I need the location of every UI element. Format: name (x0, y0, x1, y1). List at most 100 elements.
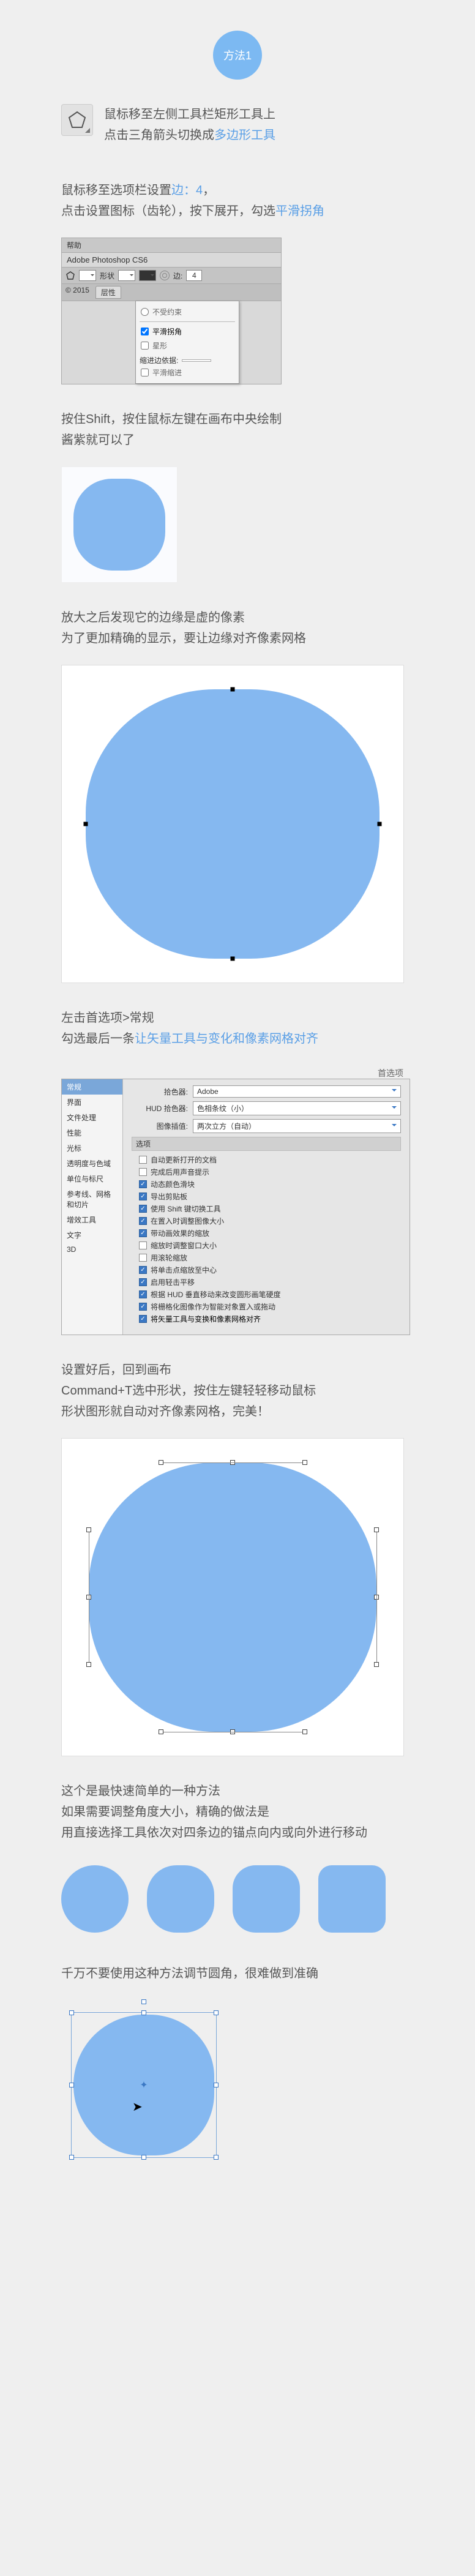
anchor-left (84, 822, 88, 826)
checkbox-icon (139, 1229, 147, 1237)
ps-toolbar: 形状 边: 4 (62, 268, 281, 284)
prefs-side-item[interactable]: 文字 (62, 1227, 122, 1243)
prefs-side-item[interactable]: 界面 (62, 1095, 122, 1110)
prefs-side-item[interactable]: 单位与标尺 (62, 1171, 122, 1186)
bbox-ml[interactable] (69, 2083, 74, 2087)
tangent-top (161, 1462, 305, 1463)
bbox-tc[interactable] (141, 2010, 146, 2015)
prefs-side-item[interactable]: 性能 (62, 1125, 122, 1140)
prefs-checkbox-row[interactable]: 将矢量工具与变换和像素网格对齐 (139, 1314, 401, 1324)
step5-line1: 左击首选项>常规 (61, 1008, 426, 1028)
ps-menu-label: 帮助 (62, 238, 281, 253)
cursor-icon: ➤ (132, 2099, 143, 2114)
prefs-side-item[interactable]: 透明度与色域 (62, 1156, 122, 1171)
mode-dropdown[interactable] (79, 270, 96, 281)
checkbox-icon (139, 1193, 147, 1200)
gear-icon[interactable] (160, 271, 170, 280)
bbox-tr[interactable] (214, 2010, 219, 2015)
picker-select[interactable]: Adobe (193, 1085, 401, 1098)
opt-smooth-indent-label: 平滑缩进 (152, 367, 182, 378)
checkbox-label: 缩放时调整窗口大小 (151, 1240, 217, 1251)
figure-options-bar: 帮助 Adobe Photoshop CS6 形状 边: 4 © 2015 层性 (61, 238, 426, 384)
step4-line1: 放大之后发现它的边缘是虚的像素 (61, 607, 426, 628)
hlt (86, 1527, 91, 1532)
hrb (374, 1662, 379, 1667)
sides-field[interactable]: 4 (186, 270, 202, 281)
indent-field[interactable] (182, 359, 211, 362)
step7-line3: 用直接选择工具依次对四条边的锚点向内或向外进行移动 (61, 1822, 426, 1843)
opt-smooth-indent[interactable] (141, 369, 149, 376)
prefs-side-item[interactable]: 3D (62, 1243, 122, 1256)
tab-file[interactable]: 层性 (95, 286, 121, 299)
figure-distorted-transform: ✦ ➤ (61, 2000, 426, 2171)
prefs-checkbox-row[interactable]: 动态颜色滑块 (139, 1179, 401, 1189)
figure-corner-variations (61, 1859, 426, 1939)
hbr (302, 1729, 307, 1734)
figure-big-squircle-zoom (61, 665, 426, 983)
interp-label: 图像插值: (132, 1121, 188, 1131)
htl (159, 1460, 163, 1465)
checkbox-icon (139, 1254, 147, 1262)
checkbox-label: 根据 HUD 垂直移动来改变圆形画笔硬度 (151, 1289, 281, 1300)
checkbox-icon (139, 1278, 147, 1286)
fill-swatch[interactable] (118, 270, 135, 281)
prefs-side-item[interactable]: 文件处理 (62, 1110, 122, 1125)
method-badge: 方法1 (213, 31, 262, 80)
hud-label: HUD 拾色器: (132, 1103, 188, 1114)
prefs-checkbox-row[interactable]: 缩放时调整窗口大小 (139, 1240, 401, 1251)
interp-select[interactable]: 两次立方（自动） (193, 1119, 401, 1133)
prefs-checkbox-row[interactable]: 带动画效果的缩放 (139, 1228, 401, 1238)
prefs-checkbox-row[interactable]: 导出剪贴板 (139, 1191, 401, 1202)
prefs-title: 首选项 (378, 1067, 403, 1079)
step-2: 鼠标移至选项栏设置边：4， 点击设置图标（齿轮），按下展开，勾选平滑拐角 (61, 180, 426, 222)
step1-line2b: 多边形工具 (214, 129, 275, 142)
prefs-checkbox-row[interactable]: 用滚轮缩放 (139, 1252, 401, 1263)
checkbox-icon (139, 1290, 147, 1298)
checkbox-label: 动态颜色滑块 (151, 1179, 195, 1189)
step-6: 设置好后，回到画布 Command+T选中形状，按住左键轻轻移动鼠标 形状图形就… (61, 1360, 426, 1422)
transform-center-icon: ✦ (140, 2079, 148, 2091)
step-1: 鼠标移至左侧工具栏矩形工具上 点击三角箭头切换成多边形工具 (61, 104, 426, 162)
hud-select[interactable]: 色相条纹（小） (193, 1101, 401, 1115)
bbox-br[interactable] (214, 2155, 219, 2160)
transform-bbox: ✦ (71, 2012, 217, 2158)
prefs-side-item[interactable]: 参考线、网格和切片 (62, 1186, 122, 1212)
prefs-checkbox-row[interactable]: 启用轻击平移 (139, 1277, 401, 1287)
polygon-options-dropdown: 不受约束 平滑拐角 星形 缩进边依据: 平滑缩进 (135, 301, 239, 384)
prefs-side-item[interactable]: 光标 (62, 1140, 122, 1156)
prefs-checkbox-row[interactable]: 自动更新打开的文档 (139, 1155, 401, 1165)
prefs-side-item[interactable]: 增效工具 (62, 1212, 122, 1227)
anchor-top (231, 687, 235, 692)
step1-line1: 鼠标移至左侧工具栏矩形工具上 (104, 104, 275, 125)
shape-label: 形状 (100, 271, 114, 281)
prefs-checkbox-row[interactable]: 使用 Shift 键切换工具 (139, 1204, 401, 1214)
prefs-checkbox-row[interactable]: 在置入时调整图像大小 (139, 1216, 401, 1226)
prefs-checkbox-row[interactable]: 将栅格化图像作为智能对象置入或拖动 (139, 1301, 401, 1312)
step-7: 这个是最快速简单的一种方法 如果需要调整角度大小，精确的做法是 用直接选择工具依… (61, 1781, 426, 1843)
ps-app-title: Adobe Photoshop CS6 (62, 253, 281, 268)
bbox-rotate[interactable] (141, 1999, 146, 2004)
checkbox-label: 在置入时调整图像大小 (151, 1216, 224, 1226)
tangent-right (376, 1530, 377, 1664)
step3-line2: 酱紫就可以了 (61, 430, 426, 451)
opt-unconstrained[interactable] (141, 308, 149, 316)
step8-text: 千万不要使用这种方法调节圆角，很难做到准确 (61, 1963, 426, 1984)
opt-star[interactable] (141, 342, 149, 350)
big-squircle (86, 689, 380, 959)
opt-unconstrained-label: 不受约束 (152, 307, 182, 317)
bbox-mr[interactable] (214, 2083, 219, 2087)
bbox-tl[interactable] (69, 2010, 74, 2015)
step7-line1: 这个是最快速简单的一种方法 (61, 1781, 426, 1802)
stroke-swatch[interactable] (139, 270, 156, 281)
prefs-checkbox-row[interactable]: 根据 HUD 垂直移动来改变圆形画笔硬度 (139, 1289, 401, 1300)
checkbox-label: 将矢量工具与变换和像素网格对齐 (151, 1314, 261, 1324)
bbox-bc[interactable] (141, 2155, 146, 2160)
step6-line1: 设置好后，回到画布 (61, 1360, 426, 1380)
bbox-bl[interactable] (69, 2155, 74, 2160)
prefs-checkbox-row[interactable]: 完成后用声音提示 (139, 1167, 401, 1177)
checkbox-label: 将单击点缩放至中心 (151, 1265, 217, 1275)
opt-smooth-corners[interactable] (141, 328, 149, 335)
prefs-side-item[interactable]: 常规 (62, 1079, 122, 1095)
prefs-checkbox-row[interactable]: 将单击点缩放至中心 (139, 1265, 401, 1275)
checkbox-label: 完成后用声音提示 (151, 1167, 209, 1177)
